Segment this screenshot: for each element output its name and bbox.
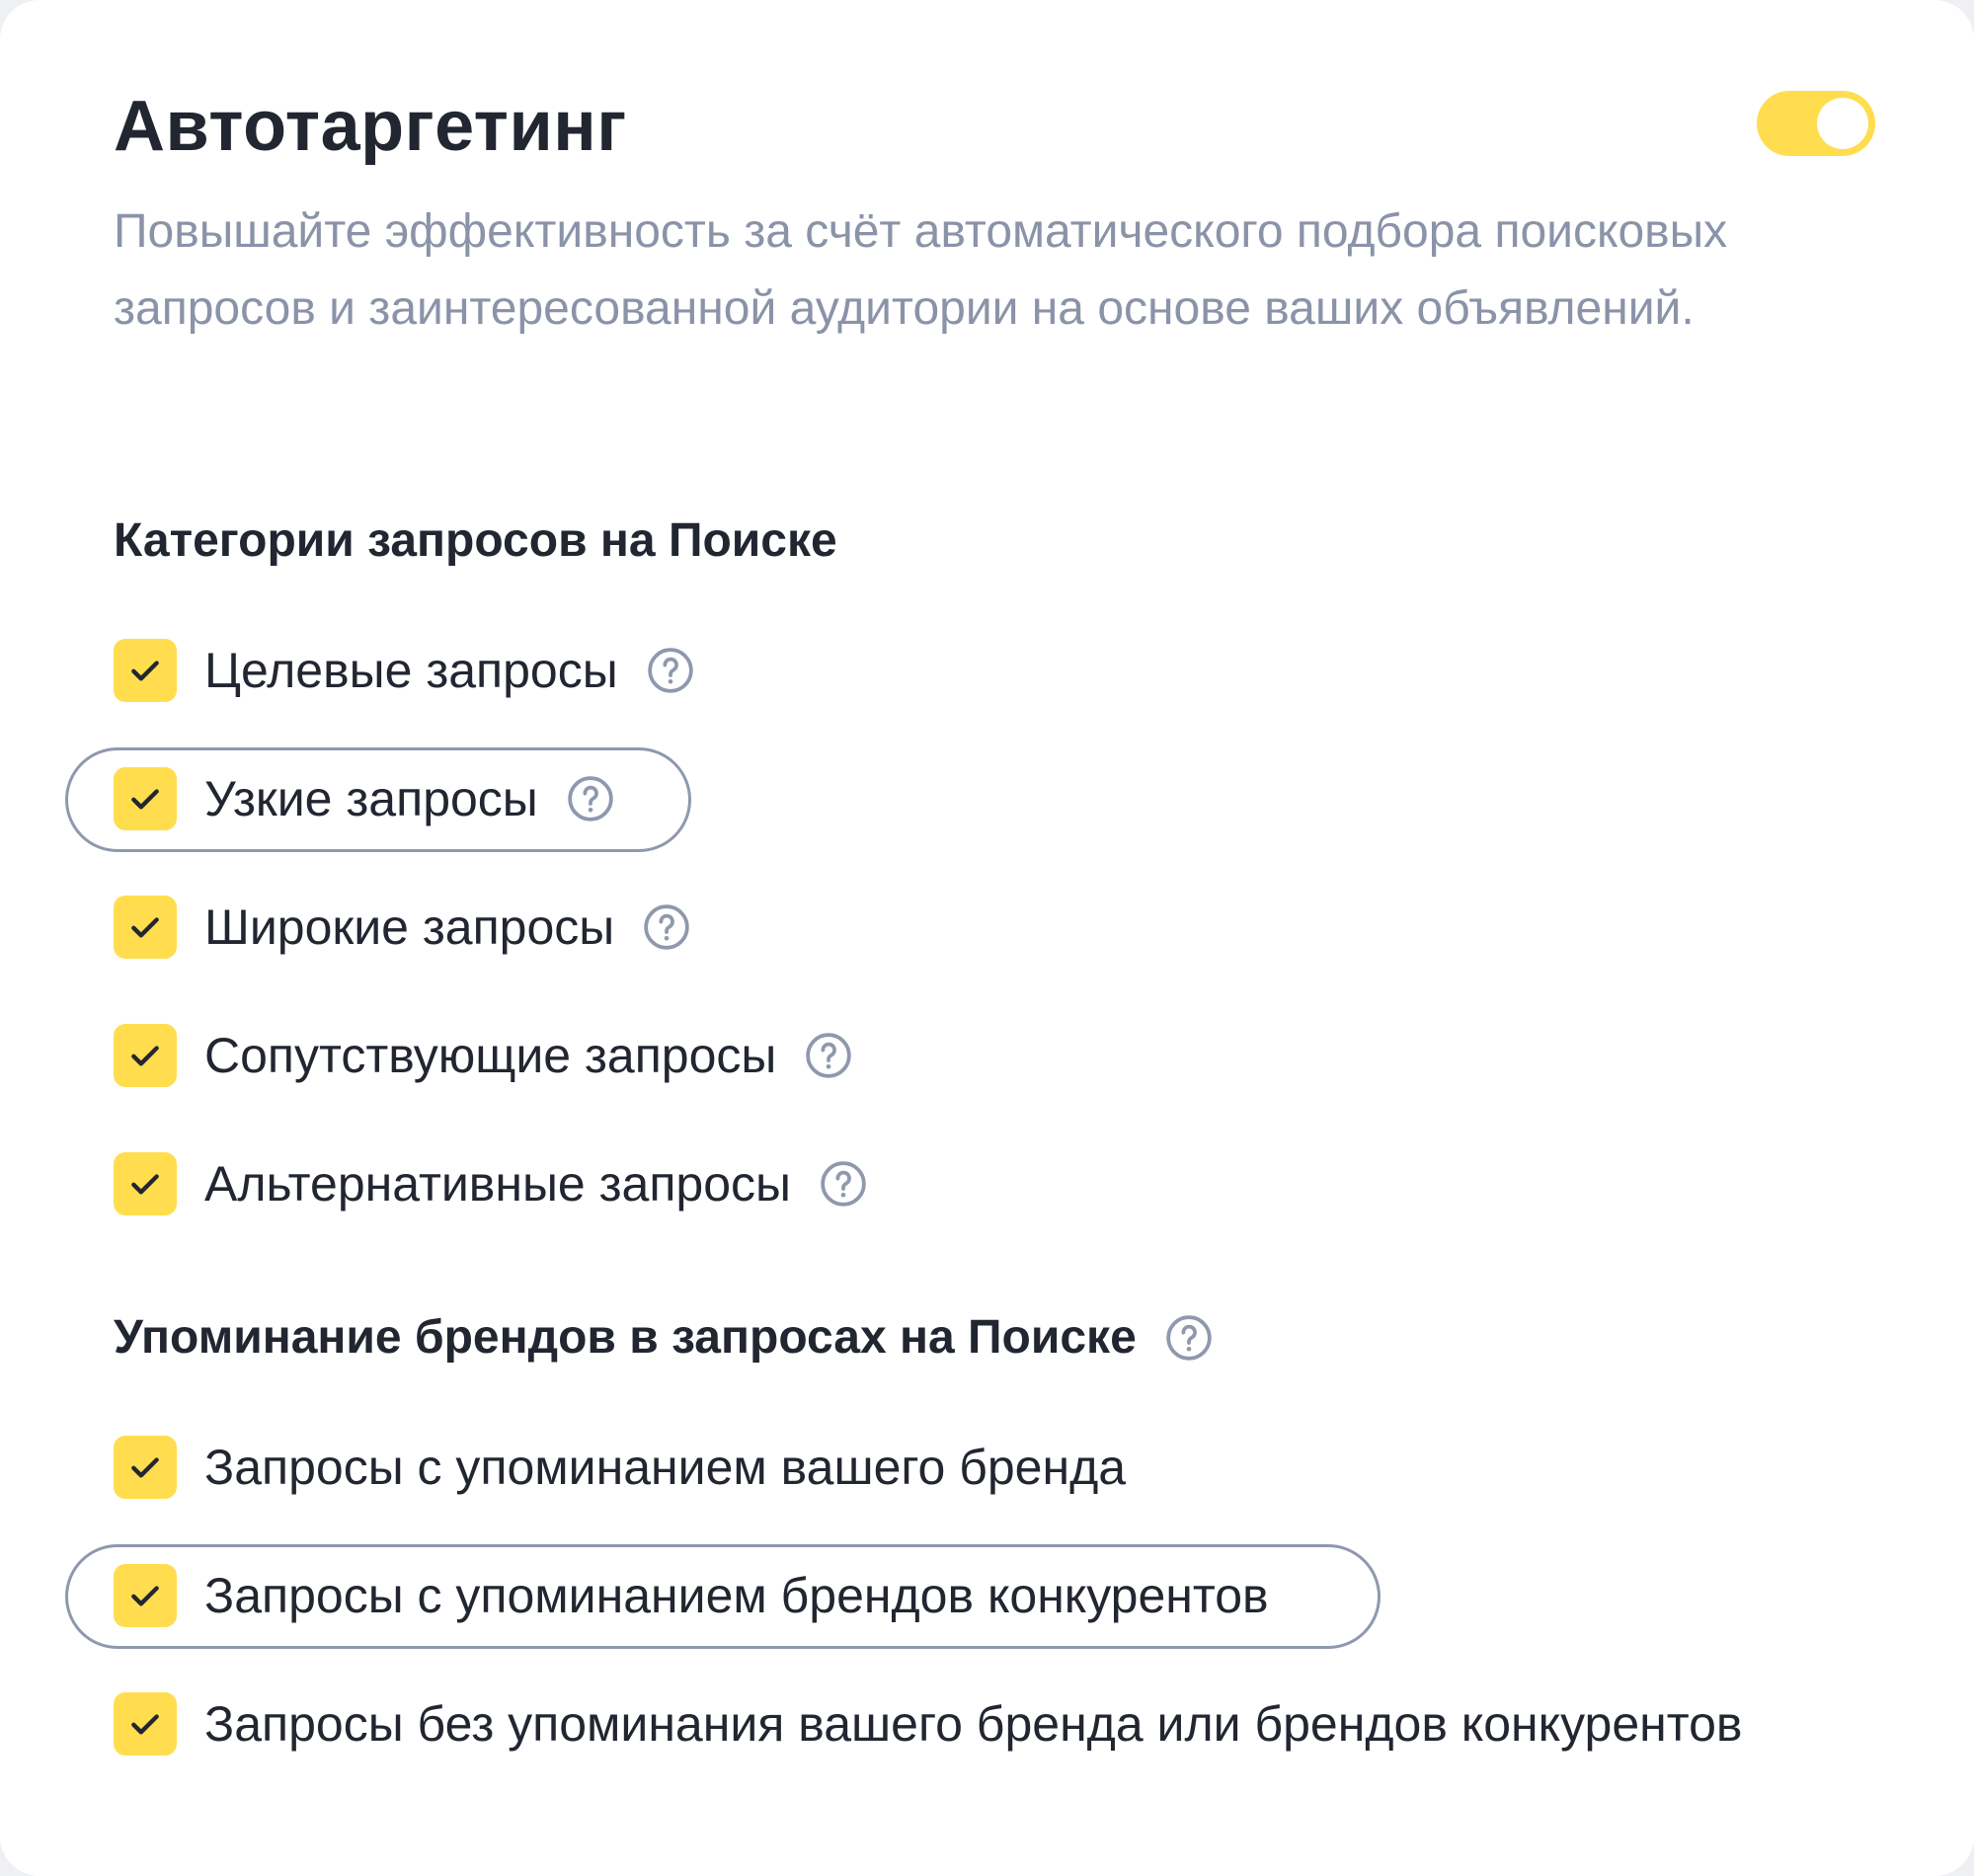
label-target-queries[interactable]: Целевые запросы bbox=[204, 633, 618, 708]
card-title: Автотаргетинг bbox=[114, 87, 627, 166]
category-row-narrow: Узкие запросы bbox=[114, 761, 615, 836]
label-narrow-queries[interactable]: Узкие запросы bbox=[204, 761, 538, 836]
question-circle-icon[interactable] bbox=[646, 646, 695, 695]
question-circle-icon[interactable] bbox=[642, 902, 691, 952]
category-row-alternative: Альтернативные запросы bbox=[114, 1146, 868, 1221]
check-icon bbox=[131, 1457, 159, 1478]
brand-mentions-title-text: Упоминание брендов в запросах на Поиске bbox=[114, 1311, 1137, 1364]
check-icon bbox=[131, 661, 159, 681]
checkbox-no-brand[interactable] bbox=[114, 1692, 177, 1756]
category-row-broad: Широкие запросы bbox=[114, 890, 691, 965]
checkbox-target-queries[interactable] bbox=[114, 639, 177, 702]
checkbox-alternative-queries[interactable] bbox=[114, 1152, 177, 1215]
check-icon bbox=[131, 789, 159, 810]
question-circle-icon[interactable] bbox=[566, 774, 615, 823]
checkbox-accompanying-queries[interactable] bbox=[114, 1024, 177, 1087]
brand-row-none: Запросы без упоминания вашего бренда или… bbox=[114, 1686, 1742, 1761]
autotargeting-toggle[interactable] bbox=[1757, 91, 1875, 156]
category-row-target: Целевые запросы bbox=[114, 633, 695, 708]
card-description: Повышайте эффективность за счёт автомати… bbox=[114, 205, 1728, 335]
card-header: Автотаргетинг bbox=[114, 77, 1875, 176]
question-circle-icon[interactable] bbox=[1164, 1313, 1214, 1363]
check-icon bbox=[131, 1714, 159, 1735]
category-row-accompanying: Сопутствующие запросы bbox=[114, 1018, 853, 1093]
check-icon bbox=[131, 917, 159, 938]
toggle-knob bbox=[1817, 98, 1868, 149]
search-categories-title-text: Категории запросов на Поиске bbox=[114, 514, 837, 567]
brand-row-own: Запросы с упоминанием вашего бренда bbox=[114, 1430, 1126, 1505]
brand-row-competitors: Запросы с упоминанием брендов конкуренто… bbox=[114, 1558, 1269, 1633]
label-alternative-queries[interactable]: Альтернативные запросы bbox=[204, 1146, 791, 1221]
search-categories-title: Категории запросов на Поиске bbox=[114, 511, 837, 571]
label-own-brand[interactable]: Запросы с упоминанием вашего бренда bbox=[204, 1430, 1126, 1505]
autotargeting-card: Автотаргетинг Повышайте эффективность за… bbox=[0, 0, 1974, 1876]
brand-mentions-title: Упоминание брендов в запросах на Поиске bbox=[114, 1308, 1214, 1368]
check-icon bbox=[131, 1586, 159, 1606]
question-circle-icon[interactable] bbox=[819, 1159, 868, 1209]
checkbox-broad-queries[interactable] bbox=[114, 896, 177, 959]
question-circle-icon[interactable] bbox=[804, 1031, 853, 1080]
checkbox-narrow-queries[interactable] bbox=[114, 767, 177, 830]
label-competitor-brands[interactable]: Запросы с упоминанием брендов конкуренто… bbox=[204, 1558, 1269, 1633]
check-icon bbox=[131, 1046, 159, 1066]
checkbox-own-brand[interactable] bbox=[114, 1436, 177, 1499]
label-broad-queries[interactable]: Широкие запросы bbox=[204, 890, 614, 965]
checkbox-competitor-brands[interactable] bbox=[114, 1564, 177, 1627]
label-accompanying-queries[interactable]: Сопутствующие запросы bbox=[204, 1018, 776, 1093]
label-no-brand[interactable]: Запросы без упоминания вашего бренда или… bbox=[204, 1686, 1742, 1761]
check-icon bbox=[131, 1174, 159, 1195]
